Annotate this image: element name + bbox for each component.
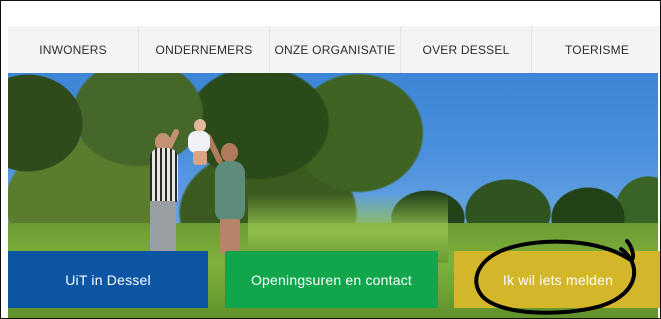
nav-item-toerisme[interactable]: TOERISME — [532, 26, 660, 73]
tile-ik-wil-iets-melden[interactable]: Ik wil iets melden — [454, 251, 660, 308]
tile-melden-label: Ik wil iets melden — [502, 271, 614, 288]
mother-head — [221, 143, 238, 162]
tile-openingsuren-en-contact[interactable]: Openingsuren en contact — [225, 251, 438, 308]
father-body — [150, 148, 178, 203]
father-legs — [150, 201, 176, 253]
top-bar — [1, 1, 660, 26]
tile-openingsuren-label: Openingsuren en contact — [250, 271, 413, 288]
mother-dress — [215, 161, 245, 221]
baby-body — [188, 131, 210, 153]
tile-uit-label: UiT in Dessel — [65, 271, 151, 288]
main-navigation: INWONERS ONDERNEMERS ONZE ORGANISATIE OV… — [8, 26, 660, 73]
nav-item-ondernemers[interactable]: ONDERNEMERS — [139, 26, 270, 73]
nav-item-inwoners[interactable]: INWONERS — [8, 26, 139, 73]
baby-legs — [193, 151, 207, 165]
mother-legs — [220, 219, 240, 254]
page-frame: INWONERS ONDERNEMERS ONZE ORGANISATIE OV… — [0, 0, 661, 319]
tile-uit-in-dessel[interactable]: UiT in Dessel — [8, 251, 208, 308]
nav-item-over-dessel[interactable]: OVER DESSEL — [401, 26, 532, 73]
nav-item-onze-organisatie[interactable]: ONZE ORGANISATIE — [270, 26, 401, 73]
